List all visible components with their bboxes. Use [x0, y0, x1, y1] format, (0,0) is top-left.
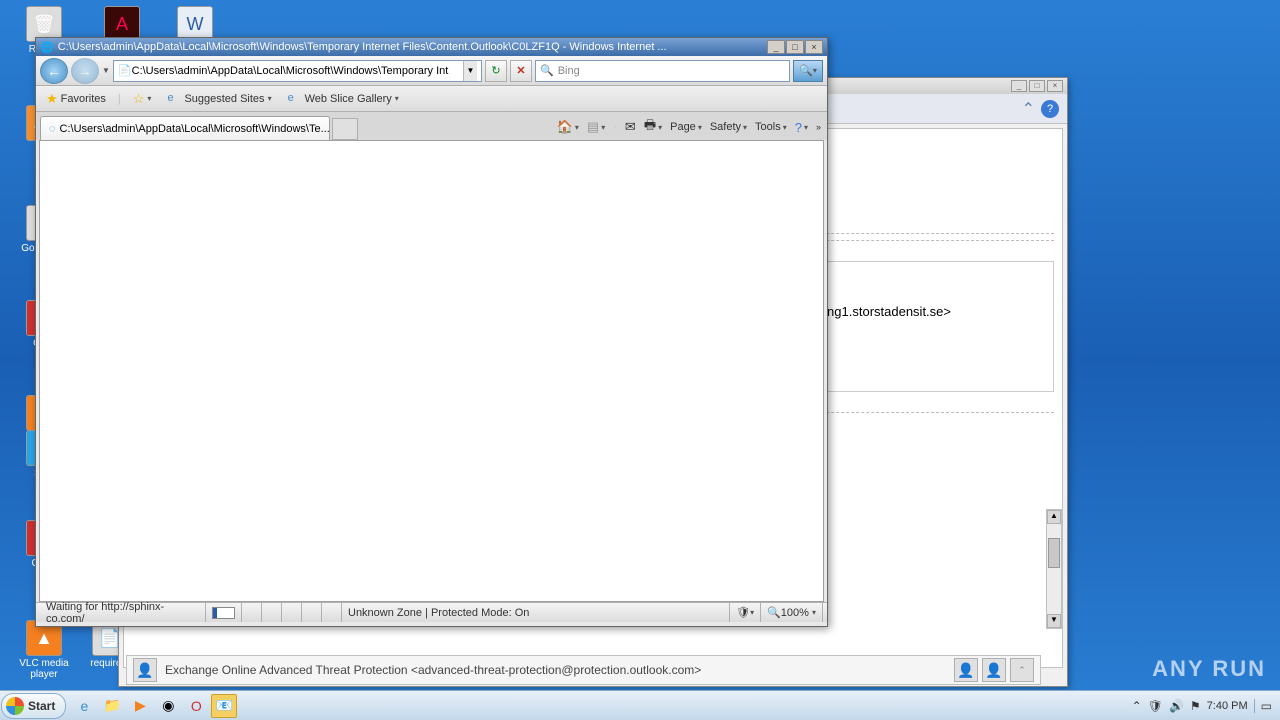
stop-button[interactable]: ✕ — [510, 60, 532, 82]
command-bar: 🏠▾ ▤▾ · ✉ 🖶▾ Page▾ Safety▾ Tools▾ ?▾ » — [557, 116, 821, 138]
ie-titlebar[interactable]: 🌐 C:\Users\admin\AppData\Local\Microsoft… — [36, 38, 827, 56]
print-icon: 🖶 — [644, 116, 656, 138]
nav-history-dropdown[interactable]: ▼ — [102, 66, 110, 75]
status-text: Waiting for http://sphinx-co.com/ — [40, 603, 206, 622]
bg-close-button[interactable]: × — [1047, 80, 1063, 92]
scroll-down-icon[interactable]: ▼ — [1047, 614, 1061, 628]
shield-icon: 🛡 — [736, 606, 750, 619]
address-text: C:\Users\admin\AppData\Local\Microsoft\W… — [132, 65, 463, 77]
window-title: C:\Users\admin\AppData\Local\Microsoft\W… — [58, 41, 767, 53]
search-placeholder: Bing — [558, 65, 580, 77]
zoom-icon: 🔍 — [767, 606, 781, 619]
avatar: 👤 — [133, 658, 157, 682]
tray-security-icon[interactable]: 🛡 — [1148, 699, 1163, 713]
browser-content — [39, 140, 824, 602]
star-add-icon: ☆ — [133, 91, 145, 107]
star-icon: ★ — [46, 91, 58, 107]
desktop-icon-vlc2[interactable]: ▲VLC media player — [14, 620, 74, 680]
nav-toolbar: ← → ▼ 📄 C:\Users\admin\AppData\Local\Mic… — [36, 56, 827, 86]
footer-strip: 👤 Exchange Online Advanced Threat Protec… — [126, 655, 1041, 685]
taskbar-wmp-icon[interactable]: ▶ — [127, 694, 153, 718]
close-button[interactable]: × — [805, 40, 823, 54]
tray-volume-icon[interactable]: 🔊 — [1169, 699, 1184, 713]
address-bar[interactable]: 📄 C:\Users\admin\AppData\Local\Microsoft… — [113, 60, 482, 82]
taskbar-chrome-icon[interactable]: ◉ — [155, 694, 181, 718]
browser-tab[interactable]: ◌ C:\Users\admin\AppData\Local\Microsoft… — [40, 116, 330, 140]
search-icon: 🔍 — [540, 64, 554, 77]
forward-button[interactable]: → — [71, 58, 99, 84]
avatar-small[interactable]: 👤 — [982, 658, 1006, 682]
ie-window: 🌐 C:\Users\admin\AppData\Local\Microsoft… — [35, 37, 828, 627]
help-icon: ? — [795, 120, 802, 135]
bg-maximize-button[interactable]: □ — [1029, 80, 1045, 92]
address-dropdown[interactable]: ▼ — [463, 61, 477, 81]
page-menu[interactable]: Page▾ — [670, 121, 702, 133]
status-progress — [206, 603, 242, 622]
favorites-bar: ★Favorites | ☆▾ eSuggested Sites▾ eWeb S… — [36, 86, 827, 112]
bg-minimize-button[interactable]: _ — [1011, 80, 1027, 92]
tray-expand-icon[interactable]: ⌃ — [1132, 699, 1142, 713]
add-favorite-button[interactable]: ☆▾ — [129, 89, 156, 109]
scroll-up-icon[interactable]: ▲ — [1047, 510, 1061, 524]
mail-button[interactable]: ✉ — [625, 119, 636, 135]
ie-icon: e — [167, 92, 181, 106]
back-button[interactable]: ← — [40, 58, 68, 84]
start-button[interactable]: Start — [1, 693, 66, 719]
scrollbar[interactable]: ▲ ▼ — [1046, 509, 1062, 629]
home-button[interactable]: 🏠▾ — [557, 119, 579, 135]
status-cell — [322, 603, 342, 622]
status-cell — [282, 603, 302, 622]
tab-943: ◌ C:\Users\admin\AppData\Local\Microsoft… — [36, 112, 827, 140]
home-icon: 🏠 — [557, 119, 573, 135]
show-desktop-button[interactable]: ▭ — [1254, 699, 1272, 713]
footer-text: Exchange Online Advanced Threat Protecti… — [165, 663, 701, 677]
status-cell — [302, 603, 322, 622]
print-button[interactable]: 🖶▾ — [644, 116, 662, 138]
tab-title: C:\Users\admin\AppData\Local\Microsoft\W… — [60, 123, 330, 135]
scroll-thumb[interactable] — [1048, 538, 1060, 568]
suggested-sites-link[interactable]: eSuggested Sites▾ — [163, 90, 275, 108]
tray-flag-icon[interactable]: ⚑ — [1190, 699, 1201, 713]
help-button[interactable]: ?▾ — [795, 120, 808, 135]
refresh-button[interactable]: ↻ — [485, 60, 507, 82]
status-popup-blocker[interactable]: 🛡▾ — [730, 603, 761, 622]
maximize-button[interactable]: □ — [786, 40, 804, 54]
taskbar-outlook-icon[interactable]: 📧 — [211, 694, 237, 718]
feeds-button[interactable]: ▤▾ — [587, 119, 605, 135]
help-icon[interactable]: ? — [1041, 100, 1059, 118]
search-input[interactable]: 🔍 Bing — [535, 60, 790, 82]
ribbon-collapse-icon[interactable]: ⌃ — [1022, 99, 1035, 119]
safety-menu[interactable]: Safety▾ — [710, 121, 747, 133]
rss-icon: ▤ — [587, 119, 599, 135]
status-bar: Waiting for http://sphinx-co.com/ Unknow… — [36, 602, 827, 622]
tools-menu[interactable]: Tools▾ — [755, 121, 787, 133]
taskbar: Start e 📁 ▶ ◉ O 📧 ⌃ 🛡 🔊 ⚑ 7:40 PM ▭ — [0, 690, 1280, 720]
windows-icon — [6, 697, 24, 715]
minimize-button[interactable]: _ — [767, 40, 785, 54]
overflow-icon[interactable]: » — [816, 122, 821, 132]
loading-icon: ◌ — [49, 123, 56, 135]
status-cell — [262, 603, 282, 622]
mail-icon: ✉ — [625, 119, 636, 135]
web-slice-link[interactable]: eWeb Slice Gallery▾ — [284, 90, 403, 108]
taskbar-ie-icon[interactable]: e — [71, 694, 97, 718]
watermark: ANY RUN — [1152, 656, 1266, 682]
clock[interactable]: 7:40 PM — [1207, 700, 1248, 712]
page-icon: 📄 — [118, 64, 132, 77]
expand-icon[interactable]: ⌃ — [1010, 658, 1034, 682]
system-tray: ⌃ 🛡 🔊 ⚑ 7:40 PM ▭ — [1124, 699, 1280, 713]
zoom-control[interactable]: 🔍 100% ▾ — [761, 603, 823, 622]
ie-app-icon: 🌐 — [40, 41, 54, 54]
status-zone: Unknown Zone | Protected Mode: On — [342, 603, 730, 622]
favorites-button[interactable]: ★Favorites — [42, 89, 110, 109]
new-tab-button[interactable] — [332, 118, 358, 140]
ie-icon: e — [288, 92, 302, 106]
status-cell — [242, 603, 262, 622]
taskbar-explorer-icon[interactable]: 📁 — [99, 694, 125, 718]
taskbar-opera-icon[interactable]: O — [183, 694, 209, 718]
search-go-button[interactable]: 🔍▾ — [793, 60, 823, 82]
avatar-small[interactable]: 👤 — [954, 658, 978, 682]
